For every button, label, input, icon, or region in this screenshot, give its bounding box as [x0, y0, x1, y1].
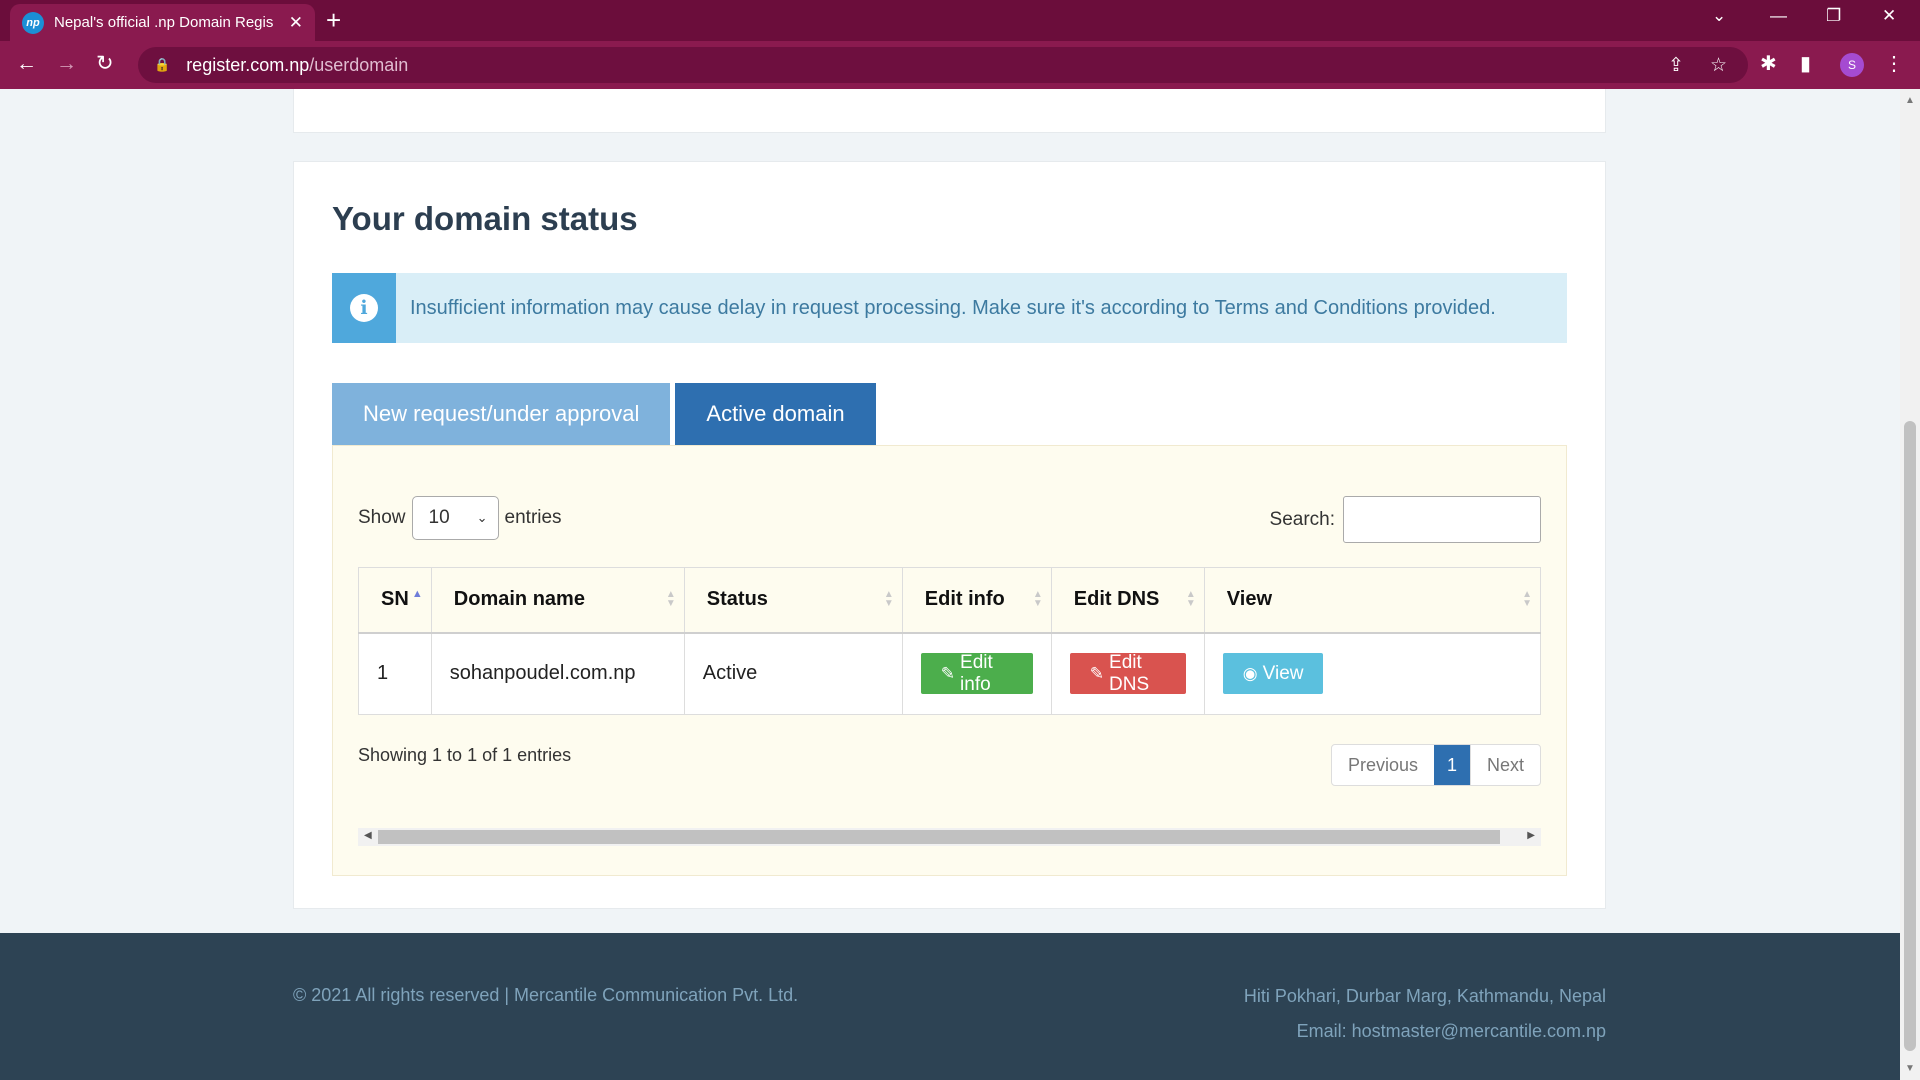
window-close-icon[interactable]: ✕: [1882, 6, 1896, 26]
chevron-down-icon[interactable]: ⌄: [1712, 6, 1726, 26]
length-prefix: Show: [358, 507, 406, 528]
star-icon[interactable]: ☆: [1710, 54, 1727, 77]
share-icon[interactable]: ⇪: [1668, 54, 1684, 77]
footer-copyright: © 2021 All rights reserved | Mercantile …: [293, 985, 799, 1005]
domain-tabs: New request/under approval Active domain: [332, 383, 881, 445]
sort-icon: ▲ ▼: [1032, 589, 1043, 609]
domain-status-card: Your domain status i Insufficient inform…: [293, 161, 1606, 909]
scroll-down-icon[interactable]: ▼: [1905, 1063, 1915, 1074]
scroll-left-icon[interactable]: ◀: [364, 830, 372, 841]
address-bar[interactable]: 🔒 register.com.np/userdomain ⇪ ☆: [138, 47, 1748, 83]
column-edit-dns[interactable]: Edit DNS ▲ ▼: [1050, 567, 1205, 634]
alert-text: Insufficient information may cause delay…: [410, 296, 1496, 319]
info-icon: i: [350, 294, 378, 322]
search-label: Search:: [1269, 508, 1335, 530]
edit-icon: ✎: [1089, 663, 1105, 683]
edit-info-button[interactable]: ✎ Edit info: [920, 652, 1033, 695]
column-status[interactable]: Status ▲ ▼: [683, 567, 903, 634]
plus-icon[interactable]: +: [326, 7, 341, 33]
restore-icon[interactable]: ❐: [1826, 6, 1841, 26]
previous-card: [293, 89, 1606, 133]
cell-sn: 1: [358, 632, 432, 715]
back-icon[interactable]: ←: [16, 52, 37, 76]
tab-title: Nepal's official .np Domain Regis: [54, 14, 274, 31]
cell-edit-info: ✎ Edit info: [901, 632, 1052, 715]
alert-icon-box: i: [332, 273, 396, 343]
horizontal-scroll-thumb[interactable]: [378, 830, 1500, 844]
entries-select[interactable]: 10 ⌄: [411, 496, 499, 540]
scroll-up-icon[interactable]: ▲: [1905, 95, 1915, 106]
table-info: Showing 1 to 1 of 1 entries: [358, 745, 572, 765]
table-row: 1 sohanpoudel.com.np Active ✎ Edit info ✎…: [358, 632, 1542, 715]
column-domain-name[interactable]: Domain name ▲ ▼: [430, 567, 685, 634]
pagination-next[interactable]: Next: [1469, 745, 1540, 785]
sort-asc-icon: ▲: [411, 588, 423, 600]
edit-dns-button[interactable]: ✎ Edit DNS: [1069, 652, 1186, 695]
tab-active-domain[interactable]: Active domain: [675, 383, 876, 445]
page-viewport: Your domain status i Insufficient inform…: [0, 89, 1900, 1080]
pagination-previous[interactable]: Previous: [1332, 745, 1434, 785]
scroll-right-icon[interactable]: ▶: [1527, 830, 1535, 841]
extensions-icon[interactable]: ✱: [1760, 52, 1777, 76]
browser-tab[interactable]: np Nepal's official .np Domain Regis ✕: [10, 4, 315, 41]
cell-view: ◉ View: [1203, 632, 1542, 715]
page-title: Your domain status: [332, 200, 638, 237]
info-alert: i Insufficient information may cause del…: [332, 273, 1567, 343]
browser-toolbar: ← → ↻ 🔒 register.com.np/userdomain ⇪ ☆ ✱…: [0, 41, 1920, 89]
column-sn[interactable]: SN ▲: [358, 567, 432, 634]
lock-icon[interactable]: 🔒: [154, 57, 170, 73]
tab-panel: Show 10 ⌄ entries Search: SN ▲ Domain nam…: [332, 445, 1567, 876]
menu-icon[interactable]: ⋮: [1884, 52, 1904, 76]
vertical-scroll-thumb[interactable]: [1904, 421, 1916, 1051]
search-input[interactable]: [1343, 496, 1541, 543]
entries-length: Show 10 ⌄ entries: [358, 496, 562, 540]
tab-new-request[interactable]: New request/under approval: [332, 383, 671, 445]
chevron-down-icon: ⌄: [476, 510, 488, 525]
forward-icon[interactable]: →: [56, 52, 77, 76]
url-host: register.com.np: [186, 54, 310, 75]
browser-tab-strip: np Nepal's official .np Domain Regis ✕ +…: [0, 0, 1920, 41]
sort-icon: ▲ ▼: [1522, 589, 1532, 609]
pagination: Previous 1 Next: [1330, 744, 1541, 786]
reload-icon[interactable]: ↻: [96, 52, 114, 76]
footer-address: Hiti Pokhari, Durbar Marg, Kathmandu, Ne…: [1243, 986, 1606, 1006]
url-path: /userdomain: [309, 54, 409, 75]
sort-icon: ▲ ▼: [883, 589, 894, 609]
entries-select-value: 10: [428, 507, 450, 528]
sort-icon: ▲ ▼: [665, 589, 676, 609]
avatar[interactable]: S: [1840, 53, 1864, 77]
np-favicon-icon: np: [22, 11, 44, 34]
horizontal-scrollbar[interactable]: ◀ ▶: [358, 828, 1541, 846]
length-suffix: entries: [504, 507, 562, 528]
sort-icon: ▲ ▼: [1185, 589, 1196, 609]
page-footer: © 2021 All rights reserved | Mercantile …: [0, 933, 1900, 1080]
table-header-row: SN ▲ Domain name ▲ ▼ Status ▲ ▼ Edit info ▲ ▼ E…: [358, 567, 1542, 634]
domains-table: SN ▲ Domain name ▲ ▼ Status ▲ ▼ Edit info ▲ ▼ E…: [358, 567, 1542, 715]
cell-status: Active: [683, 632, 903, 715]
pagination-page-1[interactable]: 1: [1433, 745, 1470, 785]
edit-icon: ✎: [940, 663, 956, 683]
cell-domain: sohanpoudel.com.np: [430, 632, 685, 715]
column-edit-info[interactable]: Edit info ▲ ▼: [901, 567, 1052, 634]
vertical-scrollbar[interactable]: ▲ ▼: [1900, 89, 1920, 1080]
column-view[interactable]: View ▲ ▼: [1203, 567, 1542, 634]
footer-email[interactable]: Email: hostmaster@mercantile.com.np: [1244, 1014, 1606, 1049]
table-search: Search:: [1270, 496, 1541, 543]
close-icon[interactable]: ✕: [289, 13, 303, 33]
minimize-icon[interactable]: —: [1770, 6, 1787, 26]
footer-contact: Hiti Pokhari, Durbar Marg, Kathmandu, Ne…: [1244, 979, 1606, 1049]
cell-edit-dns: ✎ Edit DNS: [1050, 632, 1205, 715]
view-button[interactable]: ◉ View: [1222, 653, 1324, 695]
eye-icon: ◉: [1242, 663, 1258, 683]
sidepanel-icon[interactable]: ▮: [1800, 52, 1811, 76]
